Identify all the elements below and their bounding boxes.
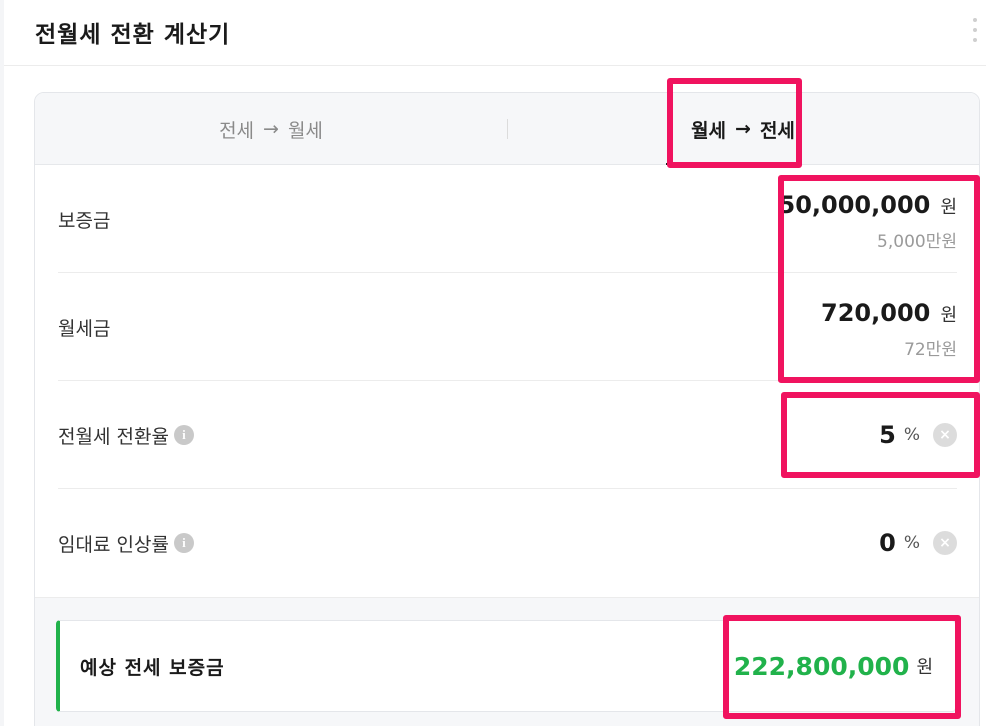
tab-to-label: 월세 [287, 119, 323, 142]
highlight-box-tab [667, 78, 802, 168]
clear-icon[interactable]: × [933, 531, 957, 555]
page-edge [0, 0, 4, 726]
conversion-rate-label-group: 전월세 전환율 i [58, 381, 194, 489]
deposit-label: 보증금 [58, 209, 111, 232]
more-options-icon[interactable] [972, 18, 978, 42]
tab-bar: 전세 → 월세 월세 → 전세 [35, 93, 979, 165]
arrow-right-icon: → [263, 118, 279, 140]
highlight-box-result [723, 615, 961, 719]
rent-increase-row: 임대료 인상률 i 0 % × [58, 489, 957, 597]
tab-jeonse-to-wolse[interactable]: 전세 → 월세 [35, 93, 507, 165]
monthly-rent-label: 월세금 [58, 317, 111, 340]
header: 전월세 전환 계산기 [4, 0, 986, 66]
highlight-box-amounts [778, 175, 980, 383]
percent-unit: % [903, 533, 920, 553]
page-title: 전월세 전환 계산기 [35, 22, 231, 48]
tab-from-label: 전세 [219, 119, 255, 142]
rent-increase-label-group: 임대료 인상률 i [58, 489, 194, 597]
conversion-rate-label: 전월세 전환율 [58, 425, 169, 448]
rent-increase-label: 임대료 인상률 [58, 533, 169, 556]
info-icon[interactable]: i [173, 425, 194, 445]
rent-increase-field[interactable]: 0 % × [879, 489, 957, 597]
info-icon[interactable]: i [173, 533, 194, 553]
result-label: 예상 전세 보증금 [80, 656, 225, 679]
highlight-box-rate [781, 392, 980, 478]
rent-increase-value[interactable]: 0 [879, 529, 896, 557]
